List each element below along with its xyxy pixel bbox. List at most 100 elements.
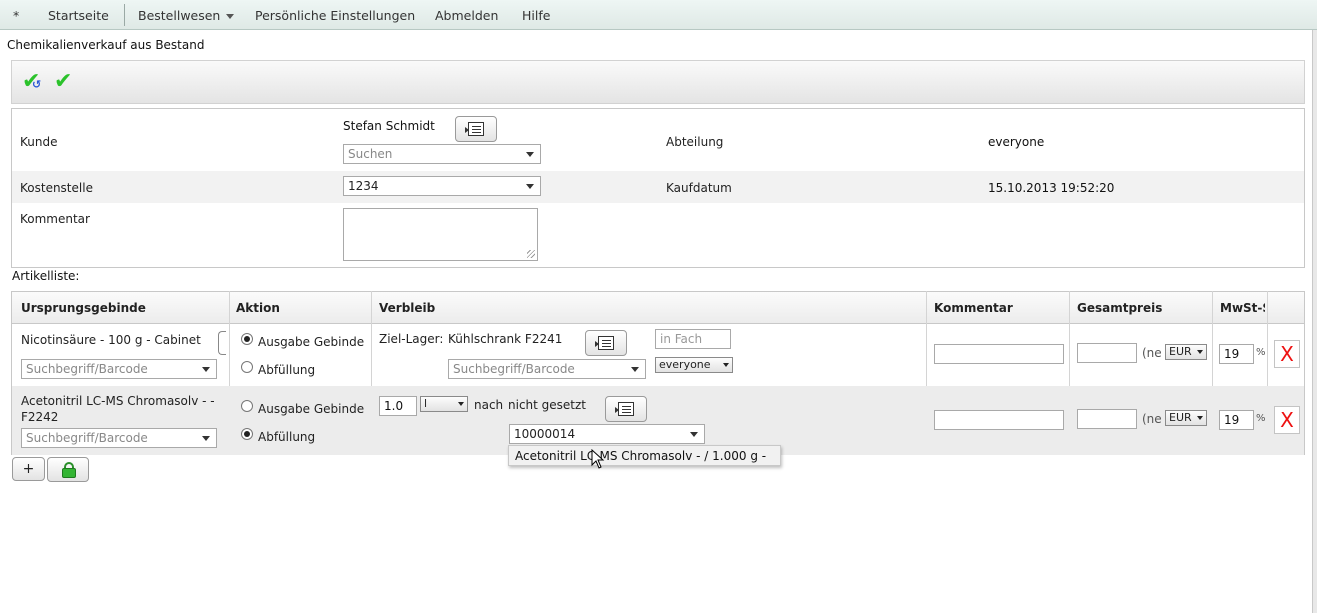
page-title: Chemikalienverkauf aus Bestand	[7, 38, 205, 52]
customer-select-button[interactable]	[455, 116, 497, 142]
lock-icon	[62, 462, 76, 478]
action-fill-label: Abfüllung	[258, 430, 316, 444]
mouse-cursor-icon	[591, 449, 605, 469]
list-select-icon	[595, 336, 614, 350]
origin-select-button[interactable]	[218, 331, 226, 355]
origin-search-select[interactable]: Suchbegriff/Barcode	[21, 428, 217, 448]
storage-select-button[interactable]	[585, 330, 627, 356]
action-issue-radio[interactable]	[241, 333, 253, 345]
currency-select[interactable]: EUR	[1165, 344, 1207, 360]
article-table: Ursprungsgebinde Aktion Verbleib Komment…	[11, 291, 1305, 455]
comment-label: Kommentar	[20, 212, 90, 226]
purchase-date-value: 15.10.2013 19:52:20	[988, 181, 1115, 195]
not-set-label: nicht gesetzt	[508, 398, 587, 412]
after-label: nach	[474, 398, 504, 412]
currency-value: EUR	[1169, 345, 1192, 358]
chevron-down-icon	[1197, 416, 1203, 420]
action-fill-radio[interactable]	[241, 361, 253, 373]
cost-center-select[interactable]: 1234	[343, 176, 541, 196]
row-comment-input[interactable]	[934, 344, 1064, 364]
comment-textarea[interactable]	[343, 208, 538, 261]
amount-value: 1.0	[384, 399, 404, 413]
menu-help[interactable]: Hilfe	[522, 8, 550, 23]
header-destination: Verbleib	[379, 301, 436, 315]
owner-select[interactable]: everyone	[655, 357, 733, 373]
header-action: Aktion	[236, 301, 280, 315]
cost-center-value: 1234	[348, 179, 379, 193]
sale-form: Kunde Stefan Schmidt Suchen Abteilung ev…	[11, 108, 1305, 268]
chevron-down-icon	[690, 432, 698, 437]
menu-star[interactable]: *	[13, 8, 19, 23]
resize-grip-icon[interactable]	[527, 250, 535, 258]
chevron-down-icon	[202, 436, 210, 441]
barcode-select[interactable]: 10000014	[509, 424, 705, 444]
destination-search-select[interactable]: Suchbegriff/Barcode	[448, 359, 646, 379]
row-comment-input[interactable]	[934, 410, 1064, 430]
list-select-icon	[615, 402, 634, 416]
autocomplete-suggestion[interactable]: Acetonitril LC-MS Chromasolv - / 1.000 g…	[508, 445, 781, 466]
lock-button[interactable]	[47, 457, 89, 482]
chevron-down-icon	[1197, 350, 1203, 354]
menu-ordering-label: Bestellwesen	[138, 8, 221, 23]
origin-name: Nicotinsäure - 100 g - Cabinet	[21, 333, 201, 347]
compartment-placeholder: in Fach	[660, 332, 703, 346]
customer-name: Stefan Schmidt	[343, 119, 435, 133]
top-menu-bar: * Startseite Bestellwesen Persönliche Ei…	[0, 0, 1317, 30]
header-comment: Kommentar	[934, 301, 1013, 315]
vat-input[interactable]: 19	[1219, 344, 1254, 364]
action-fill-radio[interactable]	[241, 428, 253, 440]
chevron-down-icon	[631, 367, 639, 372]
header-vat: MwSt-S	[1220, 301, 1265, 315]
target-storage-value: Kühlschrank F2241	[448, 332, 563, 346]
destination-search-placeholder: Suchbegriff/Barcode	[453, 362, 575, 376]
menu-ordering[interactable]: Bestellwesen	[138, 8, 235, 23]
action-issue-label: Ausgabe Gebinde	[258, 402, 365, 416]
owner-select-value: everyone	[659, 358, 711, 371]
check-refresh-icon[interactable]: ✔	[22, 69, 42, 94]
header-total-price: Gesamtpreis	[1077, 301, 1163, 315]
price-input[interactable]	[1077, 409, 1137, 429]
amount-input[interactable]: 1.0	[379, 396, 417, 416]
origin-search-select[interactable]: Suchbegriff/Barcode	[21, 359, 217, 379]
delete-row-button[interactable]: X	[1274, 406, 1300, 434]
destination-select-button[interactable]	[605, 396, 647, 422]
menu-home[interactable]: Startseite	[48, 8, 109, 23]
toolbar: ✔ ✔	[11, 60, 1305, 104]
purchase-date-label: Kaufdatum	[666, 181, 732, 195]
target-storage-label: Ziel-Lager:	[379, 332, 444, 346]
customer-label: Kunde	[20, 135, 58, 149]
add-row-button[interactable]: +	[12, 457, 45, 481]
delete-row-button[interactable]: X	[1274, 340, 1300, 368]
article-list-label: Artikelliste:	[12, 269, 80, 283]
chevron-down-icon	[723, 363, 729, 367]
department-label: Abteilung	[666, 135, 724, 149]
vat-unit: %	[1256, 413, 1266, 424]
price-input[interactable]	[1077, 343, 1137, 363]
menu-logout[interactable]: Abmelden	[435, 8, 498, 23]
origin-name: Acetonitril LC-MS Chromasolv - -	[21, 394, 215, 408]
table-header: Ursprungsgebinde Aktion Verbleib Komment…	[12, 291, 1304, 324]
chevron-down-icon	[526, 184, 534, 189]
currency-value: EUR	[1169, 411, 1192, 424]
cost-center-label: Kostenstelle	[20, 181, 93, 195]
customer-search-placeholder: Suchen	[348, 147, 393, 161]
menu-personal-settings[interactable]: Persönliche Einstellungen	[255, 8, 415, 23]
currency-select[interactable]: EUR	[1165, 410, 1207, 426]
origin-search-placeholder: Suchbegriff/Barcode	[26, 431, 148, 445]
chevron-down-icon	[458, 402, 464, 406]
vat-input[interactable]: 19	[1219, 410, 1254, 430]
action-issue-radio[interactable]	[241, 400, 253, 412]
customer-search-select[interactable]: Suchen	[343, 144, 541, 164]
price-suffix: (ne	[1142, 412, 1162, 426]
origin-name-line2: F2242	[21, 410, 59, 424]
action-issue-label: Ausgabe Gebinde	[258, 335, 365, 349]
unit-value: l	[424, 397, 428, 410]
scrollbar[interactable]	[1312, 30, 1317, 613]
department-value: everyone	[988, 135, 1045, 149]
compartment-input[interactable]: in Fach	[655, 329, 731, 349]
chevron-down-icon	[226, 14, 235, 19]
check-icon[interactable]: ✔	[54, 69, 72, 94]
vat-value: 19	[1224, 347, 1240, 361]
unit-select[interactable]: l	[420, 396, 468, 412]
chevron-down-icon	[202, 367, 210, 372]
